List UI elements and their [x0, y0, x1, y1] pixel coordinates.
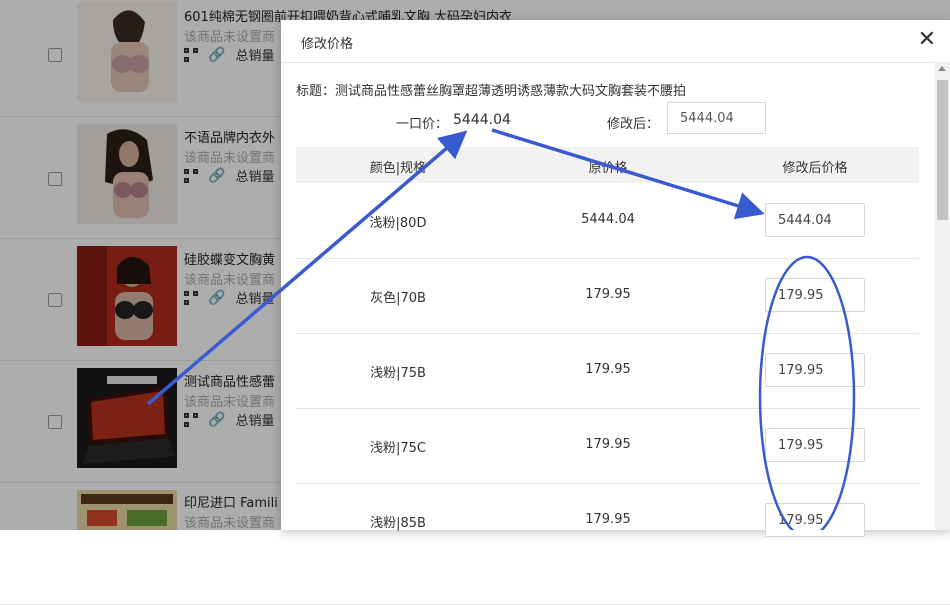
table-row: 浅粉|80D 5444.04 — [296, 183, 919, 259]
new-price-input[interactable] — [765, 503, 865, 537]
table-row: 浅粉|85B 179.95 — [296, 483, 919, 558]
dialog-header: 修改价格 ✕ — [281, 20, 950, 63]
spec-cell: 浅粉|75C — [370, 441, 426, 456]
modified-price-input[interactable] — [667, 102, 766, 134]
new-price-input[interactable] — [765, 353, 865, 387]
new-price-input[interactable] — [765, 203, 865, 237]
new-price-input[interactable] — [765, 278, 865, 312]
unit-price-value: 5444.04 — [453, 112, 511, 128]
product-title-line: 标题：测试商品性感蕾丝胸罩超薄透明诱惑薄款大码文胸套装不腰拍 — [296, 84, 687, 99]
modified-price-label: 修改后： — [607, 117, 660, 132]
spec-cell: 灰色|70B — [370, 291, 426, 306]
edit-price-dialog: 修改价格 ✕ 标题：测试商品性感蕾丝胸罩超薄透明诱惑薄款大码文胸套装不腰拍 一口… — [281, 20, 950, 537]
column-header-spec: 颜色|规格 — [369, 161, 427, 176]
table-header: 颜色|规格 原价格 修改后价格 — [296, 147, 919, 183]
original-price-cell: 5444.04 — [581, 212, 635, 227]
spec-cell: 浅粉|85B — [370, 516, 426, 531]
close-icon[interactable]: ✕ — [918, 29, 936, 51]
spec-cell: 浅粉|75B — [370, 366, 426, 381]
column-header-original: 原价格 — [588, 161, 628, 176]
table-row: 浅粉|75C 179.95 — [296, 408, 919, 484]
scroll-thumb[interactable] — [937, 80, 948, 220]
spec-cell: 浅粉|80D — [369, 216, 427, 231]
table-row: 灰色|70B 179.95 — [296, 258, 919, 334]
original-price-cell: 179.95 — [585, 287, 631, 302]
original-price-cell: 179.95 — [585, 437, 631, 452]
dialog-title: 修改价格 — [301, 37, 354, 52]
original-price-cell: 179.95 — [585, 362, 631, 377]
scrollbar[interactable] — [935, 62, 950, 530]
original-price-cell: 179.95 — [585, 512, 631, 527]
new-price-input[interactable] — [765, 428, 865, 462]
unit-price-label: 一口价： — [396, 117, 449, 132]
column-header-new: 修改后价格 — [782, 161, 848, 176]
table-row: 浅粉|75B 179.95 — [296, 333, 919, 409]
scroll-up-icon[interactable] — [938, 66, 946, 71]
